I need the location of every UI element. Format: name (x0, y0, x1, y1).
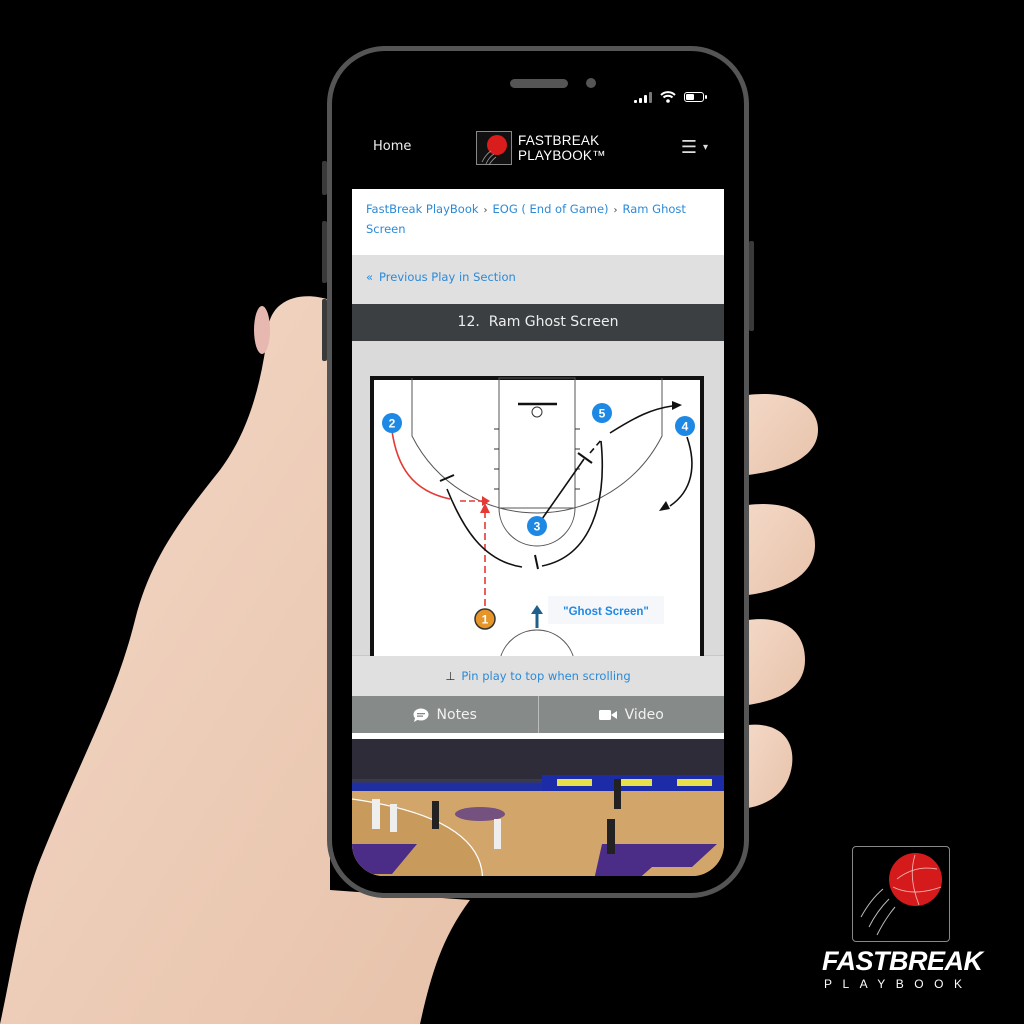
pin-label: Pin play to top when scrolling (461, 669, 631, 683)
brand-name: FASTBREAK (822, 946, 983, 976)
action-buttons: Notes Video (352, 696, 724, 733)
rim (531, 406, 543, 418)
volume-up-button (322, 221, 327, 283)
caret-down-icon: ▾ (702, 142, 708, 153)
video-camera-icon (598, 709, 617, 720)
pin-play-toggle[interactable]: ⊥ Pin play to top when scrolling (352, 656, 724, 696)
chevron-right-icon: › (483, 205, 488, 216)
speaker-grille (510, 79, 568, 88)
play-diagram[interactable]: "Ghost Screen" 2 5 4 3 1 (352, 341, 724, 656)
player-3-marker: 3 (527, 516, 547, 536)
speech-bubble-icon (413, 708, 429, 722)
chevron-right-icon: › (613, 205, 618, 216)
notes-label: Notes (436, 706, 477, 723)
basketball-logo-icon (852, 846, 950, 942)
previous-play-label: Previous Play in Section (379, 270, 516, 284)
pushpin-icon: ⊥ (445, 669, 456, 683)
play-number: 12. (457, 314, 480, 330)
player-5-marker: 5 (592, 403, 612, 423)
player-2-marker: 2 (382, 413, 402, 433)
game-video-player[interactable] (352, 739, 724, 876)
player-label: 5 (599, 407, 606, 421)
breadcrumb-item-section[interactable]: EOG ( End of Game) (493, 202, 609, 216)
mute-switch (322, 161, 327, 195)
video-frame (352, 739, 724, 876)
player-1-marker: 1 (474, 608, 496, 630)
home-link[interactable]: Home (373, 139, 411, 154)
previous-play-link[interactable]: « Previous Play in Section (352, 255, 724, 304)
power-button (749, 241, 754, 331)
logo-line2: PLAYBOOK™ (518, 148, 606, 163)
player-4-marker: 4 (675, 416, 695, 436)
app-screen: Home FASTBREAK PLAYBOOK™ ☰ ▾ FastBreak P… (352, 131, 724, 876)
phone-frame: Home FASTBREAK PLAYBOOK™ ☰ ▾ FastBreak P… (322, 46, 754, 898)
hamburger-icon: ☰ (680, 137, 697, 158)
breadcrumb: FastBreak PlayBook › EOG ( End of Game) › Ra… (352, 189, 724, 255)
app-logo[interactable]: FASTBREAK PLAYBOOK™ (476, 131, 606, 166)
breadcrumb-item-home[interactable]: FastBreak PlayBook (366, 202, 479, 216)
annotation-text: "Ghost Screen" (563, 606, 649, 618)
video-label: Video (624, 706, 664, 723)
play-title-bar: 12. Ram Ghost Screen (352, 304, 724, 341)
player-label: 3 (534, 520, 541, 534)
wifi-icon (660, 91, 676, 103)
player-label: 1 (482, 613, 489, 627)
double-chevron-left-icon: « (366, 270, 374, 284)
player-label: 2 (389, 417, 396, 431)
brand-subtitle: PLAYBOOK (824, 977, 973, 991)
volume-down-button (322, 299, 327, 361)
logo-line1: FASTBREAK (518, 133, 600, 148)
notes-button[interactable]: Notes (352, 696, 538, 733)
top-navbar: Home FASTBREAK PLAYBOOK™ ☰ ▾ (352, 131, 724, 189)
basketball-logo-icon (476, 131, 512, 166)
battery-icon (684, 92, 707, 102)
play-title: Ram Ghost Screen (488, 314, 619, 330)
front-camera (586, 78, 596, 88)
signal-icon (634, 91, 652, 103)
hamburger-menu-button[interactable]: ☰ ▾ (681, 137, 708, 158)
player-label: 4 (682, 420, 689, 434)
status-bar (634, 91, 707, 103)
video-button[interactable]: Video (537, 696, 724, 733)
